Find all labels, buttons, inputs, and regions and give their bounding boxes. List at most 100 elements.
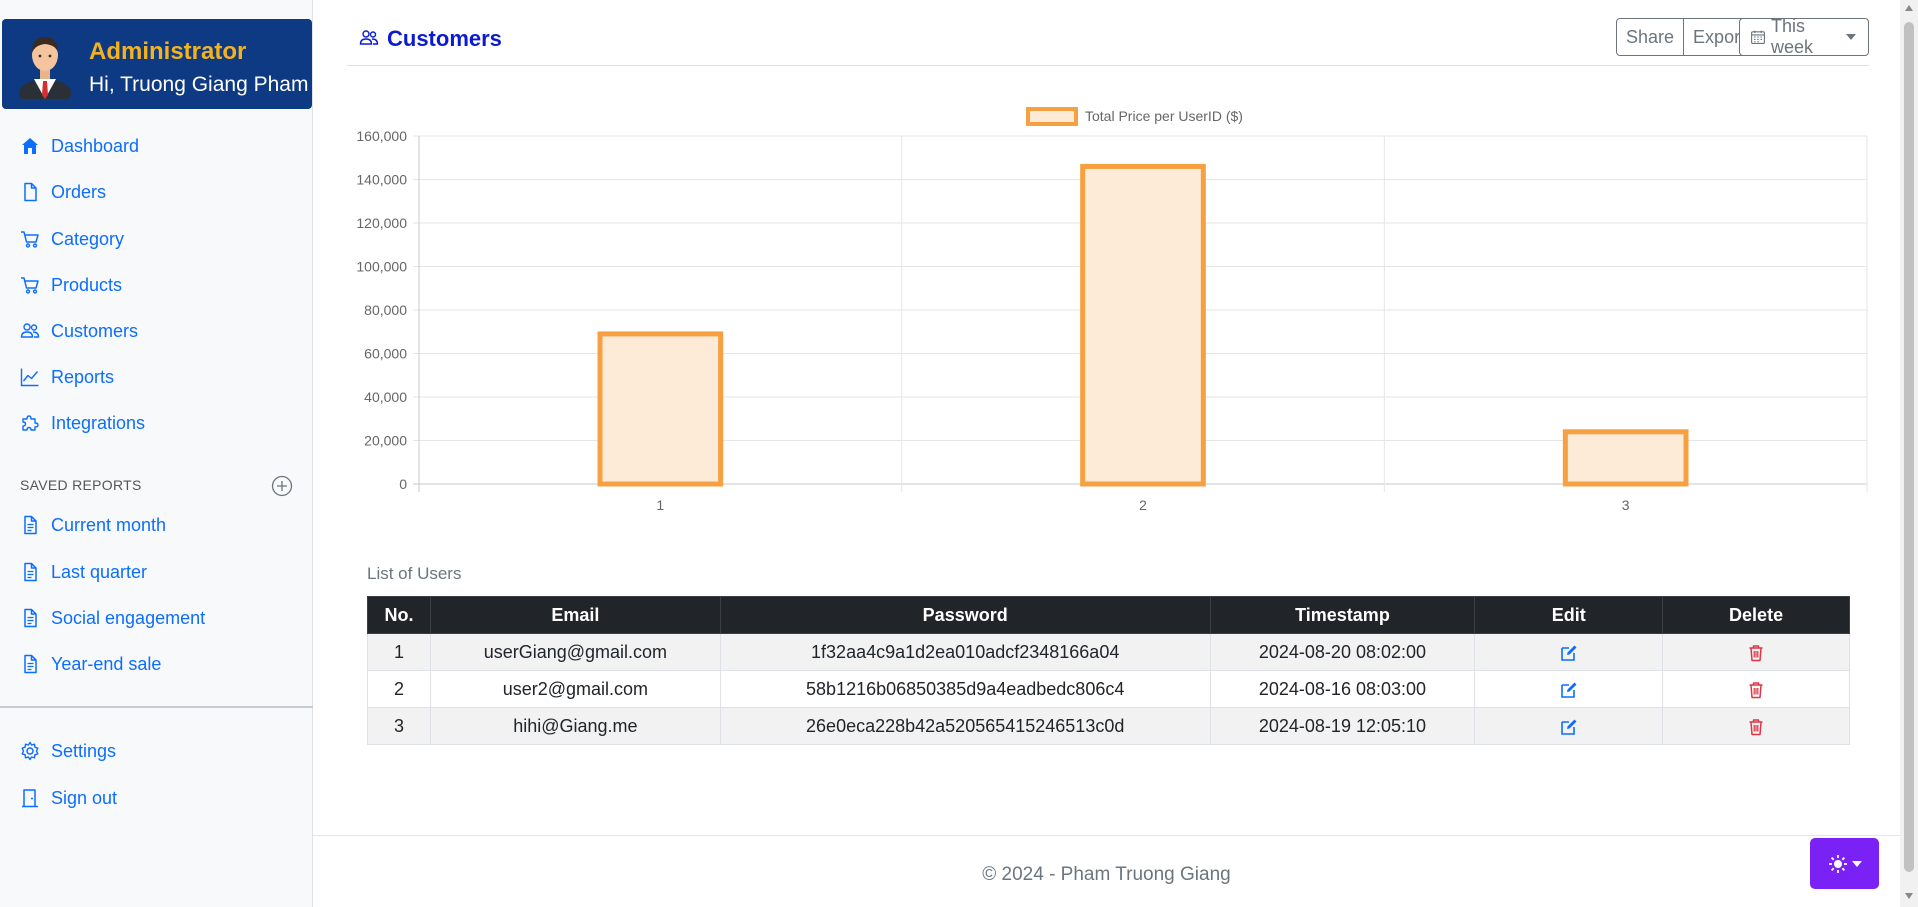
footer: © 2024 - Pham Truong Giang [313, 835, 1900, 907]
sidebar-item-reports[interactable]: Reports [20, 362, 114, 392]
cell-timestamp: 2024-08-16 08:03:00 [1209, 670, 1476, 708]
cell-edit [1474, 633, 1664, 671]
saved-report-label: Last quarter [51, 561, 148, 582]
column-header-password: Password [719, 596, 1211, 634]
file-text-icon [24, 515, 37, 535]
saved-report-label: Social engagement [51, 607, 206, 628]
table-row: 1 userGiang@gmail.com 1f32aa4c9a1d2ea010… [367, 633, 1850, 671]
cart-icon [21, 277, 39, 294]
bar [1080, 163, 1206, 487]
edit-icon[interactable] [1560, 644, 1578, 662]
bar [1562, 429, 1689, 487]
file-text-icon [24, 562, 37, 582]
trash-icon[interactable] [1747, 718, 1765, 736]
y-tick-label: 80,000 [364, 302, 407, 318]
legend-label: Total Price per UserID ($) [1085, 108, 1243, 124]
legend-swatch [1026, 107, 1078, 126]
scroll-thumb[interactable] [1904, 22, 1914, 872]
puzzle-icon [22, 415, 39, 431]
table-row: 3 hihi@Giang.me 26e0eca228b42a5205654152… [367, 707, 1850, 745]
sidebar-item-products[interactable]: Products [20, 270, 122, 300]
file-text-icon [24, 608, 37, 628]
cell-timestamp: 2024-08-19 12:05:10 [1209, 707, 1476, 745]
profile-greeting: Hi, Truong Giang Pham [89, 73, 309, 96]
cell-edit [1474, 707, 1664, 745]
chevron-down-icon [1851, 860, 1862, 867]
y-tick-label: 0 [399, 476, 407, 492]
table-row: 2 user2@gmail.com 58b1216b06850385d9a4ea… [367, 670, 1850, 708]
profile-card: Administrator Hi, Truong Giang Pham [2, 19, 312, 109]
cell-delete [1662, 707, 1850, 745]
users-table: No. Email Password Timestamp Edit Delete… [367, 596, 1850, 745]
gear-icon [21, 741, 39, 761]
x-tick-label: 3 [1622, 497, 1630, 513]
theme-toggle-button[interactable] [1810, 838, 1879, 889]
y-tick-label: 100,000 [356, 259, 407, 275]
sidebar-item-category[interactable]: Category [20, 224, 124, 254]
sidebar-item-orders[interactable]: Orders [20, 177, 106, 207]
main-content: Customers Share Export This week 0 20,000… [313, 0, 1900, 907]
sidebar-divider [0, 706, 313, 708]
trash-icon[interactable] [1747, 644, 1765, 662]
y-tick-label: 140,000 [356, 172, 407, 188]
people-icon [20, 323, 40, 338]
sidebar-item-label: Category [51, 228, 125, 249]
sidebar-item-dashboard[interactable]: Dashboard [20, 131, 139, 161]
column-header-edit: Edit [1474, 596, 1664, 634]
bar-chart: 0 20,000 40,000 60,000 80,000 100,000 120,000 1… [356, 107, 1868, 513]
saved-report-label: Current month [51, 514, 167, 535]
column-header-email: Email [429, 596, 721, 634]
sidebar-item-label: Integrations [51, 412, 146, 433]
scroll-down-icon[interactable] [1905, 893, 1913, 899]
app-root: Administrator Hi, Truong Giang Pham Dash… [0, 0, 1918, 907]
cell-delete [1662, 633, 1850, 671]
sidebar: Administrator Hi, Truong Giang Pham Dash… [0, 0, 313, 907]
saved-report-label: Year-end sale [51, 653, 162, 674]
sidebar-item-label: Products [51, 274, 123, 295]
cell-delete [1662, 670, 1850, 708]
graph-icon [20, 368, 39, 387]
sidebar-item-label: Sign out [51, 787, 118, 808]
trash-icon[interactable] [1747, 681, 1765, 699]
vertical-scrollbar[interactable] [1900, 0, 1918, 907]
avatar [19, 37, 71, 99]
column-header-timestamp: Timestamp [1209, 596, 1476, 634]
y-tick-label: 120,000 [356, 215, 407, 231]
footer-copyright: © 2024 - Pham Truong Giang [982, 864, 1231, 885]
sidebar-item-label: Dashboard [51, 135, 140, 156]
saved-report-last-quarter[interactable]: Last quarter [20, 557, 147, 587]
y-tick-label: 20,000 [364, 433, 407, 449]
cell-no: 1 [367, 633, 431, 671]
saved-reports-heading: SAVED REPORTS [20, 477, 142, 493]
sidebar-item-integrations[interactable]: Integrations [20, 408, 145, 438]
saved-report-current-month[interactable]: Current month [20, 510, 166, 540]
file-icon [24, 182, 37, 202]
saved-report-social-engagement[interactable]: Social engagement [20, 603, 205, 633]
cell-email: userGiang@gmail.com [429, 633, 721, 671]
file-text-icon [24, 654, 37, 674]
saved-report-year-end-sale[interactable]: Year-end sale [20, 649, 161, 679]
table-header-row: No. Email Password Timestamp Edit Delete [367, 596, 1850, 634]
house-icon [22, 138, 38, 154]
cell-email: user2@gmail.com [429, 670, 721, 708]
x-tick-label: 1 [656, 497, 664, 513]
y-tick-label: 160,000 [356, 128, 407, 144]
column-header-no: No. [367, 596, 431, 634]
cell-timestamp: 2024-08-20 08:02:00 [1209, 633, 1476, 671]
sidebar-item-sign-out[interactable]: Sign out [20, 783, 117, 813]
table-caption: List of Users [367, 564, 462, 583]
profile-role: Administrator [89, 38, 247, 65]
sidebar-item-settings[interactable]: Settings [20, 736, 116, 766]
edit-icon[interactable] [1560, 681, 1578, 699]
edit-icon[interactable] [1560, 718, 1578, 736]
bar [597, 331, 724, 487]
sun-icon [1828, 854, 1847, 873]
add-saved-report-button[interactable] [271, 475, 293, 497]
sidebar-item-customers[interactable]: Customers [20, 316, 138, 346]
cell-email: hihi@Giang.me [429, 707, 721, 745]
cell-no: 3 [367, 707, 431, 745]
sidebar-item-label: Settings [51, 740, 117, 761]
scroll-up-icon[interactable] [1905, 5, 1913, 11]
cart-icon [21, 231, 39, 248]
column-header-delete: Delete [1662, 596, 1850, 634]
